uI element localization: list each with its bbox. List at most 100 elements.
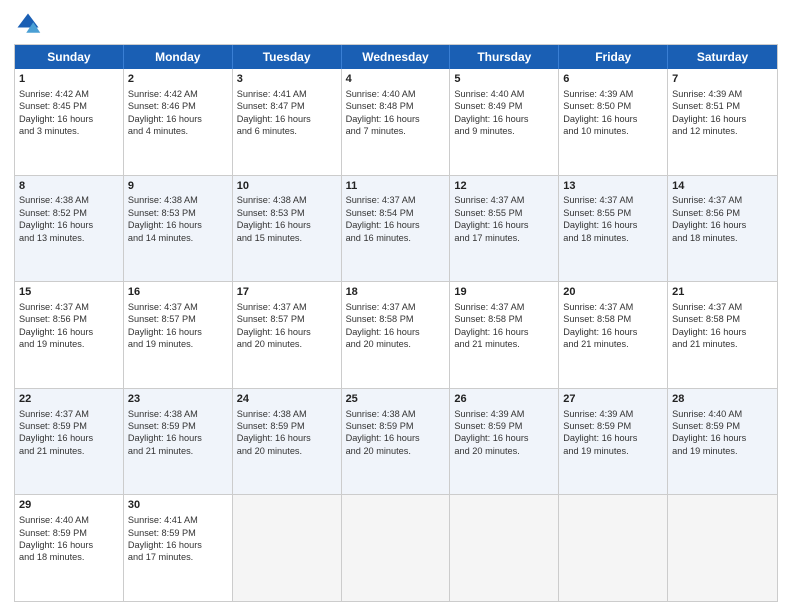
- calendar-week-5: 29Sunrise: 4:40 AM Sunset: 8:59 PMDayligh…: [15, 495, 777, 601]
- cell-line: Daylight: 16 hours: [237, 113, 337, 125]
- cell-line: Daylight: 16 hours: [128, 539, 228, 551]
- cell-line: and 21 minutes.: [672, 338, 773, 350]
- cell-line: Daylight: 16 hours: [346, 219, 446, 231]
- cell-line: Daylight: 16 hours: [128, 113, 228, 125]
- cell-line: and 10 minutes.: [563, 125, 663, 137]
- calendar-week-2: 8Sunrise: 4:38 AMSunset: 8:52 PMDaylight…: [15, 176, 777, 283]
- cell-line: Sunrise: 4:37 AM: [237, 301, 337, 313]
- cell-line: Sunset: 8:57 PM: [128, 313, 228, 325]
- calendar-cell: 7Sunrise: 4:39 AMSunset: 8:51 PMDaylight…: [668, 69, 777, 175]
- logo-icon: [14, 10, 42, 38]
- cell-line: Sunset: 8:59 PM: [128, 420, 228, 432]
- calendar-cell: 15Sunrise: 4:37 AMSunset: 8:56 PMDayligh…: [15, 282, 124, 388]
- calendar-cell: [233, 495, 342, 601]
- day-number: 12: [454, 179, 554, 194]
- cell-line: and 17 minutes.: [454, 232, 554, 244]
- cell-line: Daylight: 16 hours: [563, 219, 663, 231]
- cell-line: and 18 minutes.: [563, 232, 663, 244]
- day-number: 9: [128, 179, 228, 194]
- cell-line: Sunset: 8:55 PM: [563, 207, 663, 219]
- cell-line: and 14 minutes.: [128, 232, 228, 244]
- cell-line: Sunrise: 4:41 AM: [237, 88, 337, 100]
- cell-line: and 19 minutes.: [128, 338, 228, 350]
- calendar-cell: 16Sunrise: 4:37 AMSunset: 8:57 PMDayligh…: [124, 282, 233, 388]
- calendar-cell: 30Sunrise: 4:41 AMSunset: 8:59 PMDayligh…: [124, 495, 233, 601]
- day-number: 17: [237, 285, 337, 300]
- cell-line: Sunset: 8:51 PM: [672, 100, 773, 112]
- day-number: 18: [346, 285, 446, 300]
- calendar-cell: 14Sunrise: 4:37 AMSunset: 8:56 PMDayligh…: [668, 176, 777, 282]
- cell-line: Sunset: 8:59 PM: [237, 420, 337, 432]
- cell-line: Daylight: 16 hours: [128, 432, 228, 444]
- cell-line: Sunrise: 4:37 AM: [563, 194, 663, 206]
- cell-line: Sunset: 8:49 PM: [454, 100, 554, 112]
- logo: [14, 10, 46, 38]
- calendar-cell: 23Sunrise: 4:38 AMSunset: 8:59 PMDayligh…: [124, 389, 233, 495]
- calendar: SundayMondayTuesdayWednesdayThursdayFrid…: [14, 44, 778, 602]
- cell-line: Daylight: 16 hours: [454, 326, 554, 338]
- cell-line: Sunset: 8:47 PM: [237, 100, 337, 112]
- calendar-cell: 20Sunrise: 4:37 AMSunset: 8:58 PMDayligh…: [559, 282, 668, 388]
- cell-line: Sunrise: 4:37 AM: [128, 301, 228, 313]
- cell-line: and 9 minutes.: [454, 125, 554, 137]
- day-number: 22: [19, 392, 119, 407]
- cell-line: and 20 minutes.: [237, 338, 337, 350]
- cell-line: Daylight: 16 hours: [454, 219, 554, 231]
- calendar-cell: 6Sunrise: 4:39 AMSunset: 8:50 PMDaylight…: [559, 69, 668, 175]
- cell-line: Sunset: 8:59 PM: [563, 420, 663, 432]
- day-number: 4: [346, 72, 446, 87]
- calendar-cell: 19Sunrise: 4:37 AMSunset: 8:58 PMDayligh…: [450, 282, 559, 388]
- day-number: 14: [672, 179, 773, 194]
- calendar-cell: [668, 495, 777, 601]
- day-number: 19: [454, 285, 554, 300]
- cell-line: Sunrise: 4:39 AM: [672, 88, 773, 100]
- calendar-cell: 24Sunrise: 4:38 AMSunset: 8:59 PMDayligh…: [233, 389, 342, 495]
- calendar-cell: 3Sunrise: 4:41 AMSunset: 8:47 PMDaylight…: [233, 69, 342, 175]
- day-number: 16: [128, 285, 228, 300]
- day-number: 21: [672, 285, 773, 300]
- calendar-week-1: 1Sunrise: 4:42 AMSunset: 8:45 PMDaylight…: [15, 69, 777, 176]
- cell-line: Sunset: 8:50 PM: [563, 100, 663, 112]
- calendar-cell: 12Sunrise: 4:37 AMSunset: 8:55 PMDayligh…: [450, 176, 559, 282]
- cell-line: Daylight: 16 hours: [672, 113, 773, 125]
- cell-line: Sunset: 8:48 PM: [346, 100, 446, 112]
- cell-line: and 3 minutes.: [19, 125, 119, 137]
- calendar-cell: 4Sunrise: 4:40 AMSunset: 8:48 PMDaylight…: [342, 69, 451, 175]
- cell-line: Sunset: 8:59 PM: [672, 420, 773, 432]
- calendar-cell: 13Sunrise: 4:37 AMSunset: 8:55 PMDayligh…: [559, 176, 668, 282]
- calendar-cell: 18Sunrise: 4:37 AMSunset: 8:58 PMDayligh…: [342, 282, 451, 388]
- header-day-thursday: Thursday: [450, 45, 559, 69]
- header-day-tuesday: Tuesday: [233, 45, 342, 69]
- header-day-monday: Monday: [124, 45, 233, 69]
- cell-line: Sunset: 8:59 PM: [128, 527, 228, 539]
- cell-line: Sunrise: 4:37 AM: [346, 301, 446, 313]
- cell-line: and 16 minutes.: [346, 232, 446, 244]
- calendar-cell: [342, 495, 451, 601]
- cell-line: and 21 minutes.: [19, 445, 119, 457]
- calendar-week-4: 22Sunrise: 4:37 AMSunset: 8:59 PMDayligh…: [15, 389, 777, 496]
- cell-line: Daylight: 16 hours: [454, 113, 554, 125]
- day-number: 23: [128, 392, 228, 407]
- calendar-cell: 27Sunrise: 4:39 AMSunset: 8:59 PMDayligh…: [559, 389, 668, 495]
- cell-line: Sunrise: 4:42 AM: [19, 88, 119, 100]
- cell-line: Sunrise: 4:40 AM: [19, 514, 119, 526]
- cell-line: and 12 minutes.: [672, 125, 773, 137]
- day-number: 27: [563, 392, 663, 407]
- cell-line: and 17 minutes.: [128, 551, 228, 563]
- calendar-cell: 5Sunrise: 4:40 AMSunset: 8:49 PMDaylight…: [450, 69, 559, 175]
- calendar-week-3: 15Sunrise: 4:37 AMSunset: 8:56 PMDayligh…: [15, 282, 777, 389]
- day-number: 28: [672, 392, 773, 407]
- cell-line: Sunrise: 4:40 AM: [346, 88, 446, 100]
- cell-line: Sunset: 8:55 PM: [454, 207, 554, 219]
- cell-line: Sunset: 8:56 PM: [19, 313, 119, 325]
- cell-line: Sunset: 8:52 PM: [19, 207, 119, 219]
- cell-line: Daylight: 16 hours: [672, 326, 773, 338]
- day-number: 29: [19, 498, 119, 513]
- calendar-cell: 28Sunrise: 4:40 AMSunset: 8:59 PMDayligh…: [668, 389, 777, 495]
- cell-line: Sunrise: 4:38 AM: [237, 194, 337, 206]
- calendar-cell: 17Sunrise: 4:37 AMSunset: 8:57 PMDayligh…: [233, 282, 342, 388]
- cell-line: Daylight: 16 hours: [454, 432, 554, 444]
- calendar-cell: 9Sunrise: 4:38 AMSunset: 8:53 PMDaylight…: [124, 176, 233, 282]
- cell-line: Sunrise: 4:37 AM: [19, 301, 119, 313]
- cell-line: Sunset: 8:59 PM: [454, 420, 554, 432]
